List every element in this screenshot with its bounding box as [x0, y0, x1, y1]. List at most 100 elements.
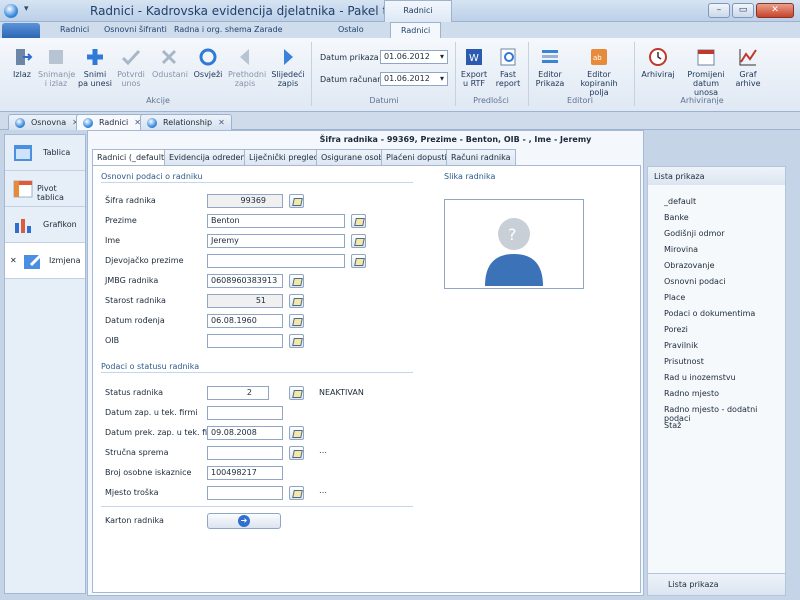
list-item[interactable]: Obrazovanje [664, 261, 715, 270]
karton-radnika-button[interactable] [207, 513, 281, 529]
tab-lijecnicki-pregledi[interactable]: Liječnički pregledi [244, 149, 326, 165]
editor-icon [542, 50, 558, 63]
prek-zap-input[interactable]: 09.08.2008 [207, 426, 283, 440]
sidebar-item-tablica[interactable]: Tablica [5, 135, 85, 171]
jmbg-input[interactable]: 0608960383913 [207, 274, 283, 288]
tab-radna-org-shema[interactable]: Radna i org. shema [174, 25, 252, 34]
change-entry-date-button[interactable]: Promijeni datum unosa [682, 46, 730, 97]
edit-button[interactable] [289, 426, 304, 440]
minimize-button[interactable]: – [708, 3, 730, 18]
oib-input[interactable] [207, 334, 283, 348]
list-item[interactable]: Prisutnost [664, 357, 704, 366]
doc-tab-radnici[interactable]: Radnici ✕ [76, 114, 148, 130]
djevojacko-label: Djevojačko prezime [105, 256, 184, 265]
tab-radnici-context[interactable]: Radnici [390, 22, 442, 39]
close-window-button[interactable]: ✕ [756, 3, 794, 18]
edit-button[interactable] [351, 214, 366, 228]
context-tab-label: Radnici (_default) [384, 0, 452, 35]
doc-tab-relationship[interactable]: Relationship ✕ [140, 114, 232, 130]
edit-button[interactable] [289, 446, 304, 460]
ime-input[interactable]: Jeremy [207, 234, 345, 248]
maximize-button[interactable]: ▭ [732, 3, 754, 18]
list-item[interactable]: Podaci o dokumentima [664, 309, 755, 318]
edit-button[interactable] [351, 234, 366, 248]
edit-button[interactable] [289, 294, 304, 308]
list-item[interactable]: Staž [664, 421, 681, 430]
list-item[interactable]: Rad u inozemstvu [664, 373, 736, 382]
tab-racuni-radnika[interactable]: Računi radnika [446, 149, 516, 165]
tab-ostalo[interactable]: Ostalo [338, 25, 364, 34]
cancel-button[interactable]: Odustani [152, 46, 188, 79]
sifra-input[interactable]: 99369 [207, 194, 283, 208]
oib-label: OIB [105, 336, 120, 345]
confirm-button[interactable]: Potvrdi unos [116, 46, 146, 88]
file-menu-button[interactable] [2, 23, 40, 38]
datum-rodenja-label: Datum rođenja [105, 316, 165, 325]
editor-prikaza-button[interactable]: Editor Prikaza [532, 46, 568, 88]
tab-radnici-default[interactable]: Radnici (_default) [92, 149, 173, 166]
exit-button[interactable]: Izlaz [8, 46, 36, 79]
list-item[interactable]: Radno mjesto - dodatni podaci [664, 405, 785, 423]
tab-zarade[interactable]: Zarade [254, 25, 283, 34]
ellipsis-icon[interactable]: … [319, 486, 327, 495]
jmbg-label: JMBG radnika [105, 276, 159, 285]
tab-radnici[interactable]: Radnici [60, 25, 89, 34]
mjesto-troska-select[interactable] [207, 486, 283, 500]
edit-button[interactable] [289, 274, 304, 288]
export-rtf-button[interactable]: W Export u RTF [458, 46, 490, 88]
copy-fields-icon: ab [591, 49, 607, 65]
zap-tek-input[interactable] [207, 406, 283, 420]
datum-prikaza-select[interactable]: 01.06.2012 [380, 50, 448, 64]
list-item[interactable]: Mirovina [664, 245, 698, 254]
datum-rodenja-input[interactable]: 06.08.1960 [207, 314, 283, 328]
quick-access-dropdown-icon[interactable]: ▾ [24, 4, 29, 14]
prev-record-button[interactable]: Prethodni zapis [228, 46, 266, 88]
next-icon [284, 49, 293, 65]
tab-osnovni-sifranti[interactable]: Osnovni šifranti [104, 25, 167, 34]
app-icon[interactable] [4, 4, 18, 18]
sidebar-item-grafikon[interactable]: Grafikon [5, 207, 85, 243]
edit-button[interactable] [289, 386, 304, 400]
close-icon[interactable]: ✕ [10, 256, 17, 265]
list-item[interactable]: _default [664, 197, 696, 206]
employee-photo: ? [444, 199, 584, 289]
zap-tek-label: Datum zap. u tek. firmi [105, 408, 198, 417]
datum-racunanja-select[interactable]: 01.06.2012 [380, 72, 448, 86]
tab-evidencija-odredeno[interactable]: Evidencija odredeno [164, 149, 256, 165]
djevojacko-input[interactable] [207, 254, 345, 268]
sidebar-item-pivot[interactable]: Pivot tablica [5, 171, 85, 207]
tab-placeni-dopusti[interactable]: Plaćeni dopusti [381, 149, 452, 165]
refresh-button[interactable]: Osvježi [192, 46, 224, 79]
status-select[interactable]: 2 [207, 386, 269, 400]
edit-button[interactable] [289, 334, 304, 348]
title-bar: ▾ Radnici - Kadrovska evidencija djelatn… [0, 0, 800, 35]
edit-button[interactable] [289, 314, 304, 328]
prezime-input[interactable]: Benton [207, 214, 345, 228]
list-item[interactable]: Pravilnik [664, 341, 698, 350]
strucna-select[interactable] [207, 446, 283, 460]
edit-button[interactable] [351, 254, 366, 268]
list-item[interactable]: Porezi [664, 325, 688, 334]
list-item[interactable]: Banke [664, 213, 689, 222]
editor-kopiranih-polja-button[interactable]: ab Editor kopiranih polja [572, 46, 626, 97]
add-icon [87, 49, 103, 65]
list-item[interactable]: Place [664, 293, 685, 302]
svg-text:?: ? [508, 225, 517, 244]
close-tab-icon[interactable]: ✕ [218, 118, 225, 127]
osobna-input[interactable]: 100498217 [207, 466, 283, 480]
archive-chart-button[interactable]: Graf arhive [734, 46, 762, 88]
next-record-button[interactable]: Slijedeći zapis [270, 46, 306, 88]
edit-button[interactable] [289, 486, 304, 500]
sidebar-item-izmjena[interactable]: ✕ Izmjena [5, 243, 85, 279]
ellipsis-icon[interactable]: … [319, 446, 327, 455]
list-item[interactable]: Radno mjesto [664, 389, 719, 398]
view-list-footer-button[interactable]: Lista prikaza [648, 573, 785, 595]
list-item[interactable]: Godišnji odmor [664, 229, 725, 238]
save-new-button[interactable]: Snimi pa unesi [78, 46, 112, 88]
archive-button[interactable]: Arhiviraj [640, 46, 676, 79]
fast-report-button[interactable]: Fast report [494, 46, 522, 88]
list-item[interactable]: Osnovni podaci [664, 277, 726, 286]
doc-tab-osnovna[interactable]: Osnovna✕ [8, 114, 86, 130]
save-exit-button[interactable]: Snimanje i izlaz [38, 46, 75, 88]
edit-button[interactable] [289, 194, 304, 208]
